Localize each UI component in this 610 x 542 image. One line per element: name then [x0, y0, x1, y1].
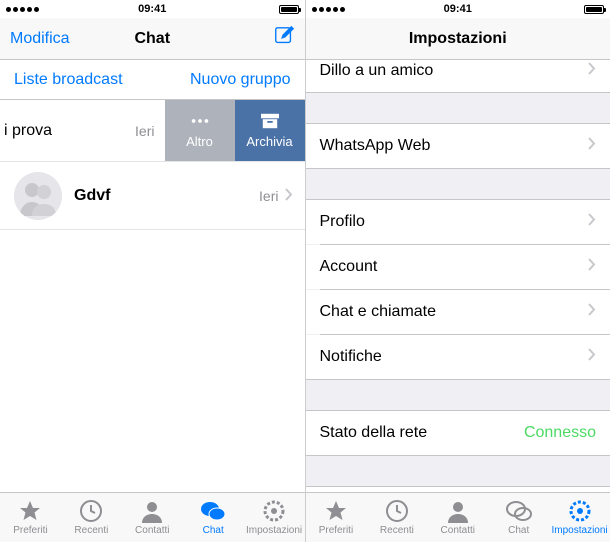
chat-name: i prova [4, 122, 52, 140]
tab-contacts[interactable]: Contatti [122, 493, 183, 542]
clock-icon [78, 499, 104, 523]
edit-button[interactable]: Modifica [10, 30, 70, 48]
clock-icon [384, 499, 410, 523]
tab-chat[interactable]: Chat [183, 493, 244, 542]
chevron-right-icon [588, 62, 596, 80]
nav-bar: Impostazioni [306, 18, 610, 60]
person-icon [139, 499, 165, 523]
avatar [14, 172, 62, 220]
chevron-right-icon [588, 303, 596, 321]
status-time: 09:41 [444, 3, 472, 15]
cell-account[interactable]: Account [306, 245, 610, 289]
swipe-archive-label: Archivia [246, 134, 292, 149]
chat-time: Ieri [259, 188, 278, 204]
swipe-more-label: Altro [186, 134, 213, 149]
tab-label: Recenti [380, 525, 414, 536]
tab-settings[interactable]: Impostazioni [244, 493, 305, 542]
chat-name: Gdvf [74, 187, 259, 205]
signal-dots [312, 7, 345, 12]
battery-icon [279, 5, 299, 14]
cell-label: Chat e chiamate [320, 303, 589, 321]
nav-title: Chat [70, 30, 235, 48]
gear-icon [567, 499, 593, 523]
status-bar: 09:41 [306, 0, 610, 18]
tab-label: Impostazioni [552, 525, 608, 536]
cell-notifications[interactable]: Notifiche [306, 335, 610, 379]
cell-label: Notifiche [320, 348, 589, 366]
tab-label: Chat [508, 525, 529, 536]
tab-label: Contatti [441, 525, 475, 536]
status-bar: 09:41 [0, 0, 305, 18]
tab-bar: Preferiti Recenti Contatti Chat Impostaz… [306, 492, 610, 542]
chat-bubbles-icon [200, 499, 226, 523]
tab-settings[interactable]: Impostazioni [549, 493, 610, 542]
tab-recent[interactable]: Recenti [366, 493, 427, 542]
compose-button[interactable] [235, 25, 295, 52]
left-screen: 09:41 Modifica Chat Liste broadcast Nuov… [0, 0, 306, 542]
chat-row-content: i prova Ieri [0, 100, 165, 161]
chat-row-swiped[interactable]: i prova Ieri Altro Archivia [0, 100, 305, 162]
swipe-archive-button[interactable]: Archivia [235, 100, 305, 161]
cell-label: Stato della rete [320, 424, 524, 442]
chevron-right-icon [588, 213, 596, 231]
cell-chat-calls[interactable]: Chat e chiamate [306, 290, 610, 334]
compose-icon [273, 25, 295, 47]
gear-icon [261, 499, 287, 523]
cell-tell-friend[interactable]: Dillo a un amico [306, 60, 610, 92]
cell-label: Profilo [320, 213, 589, 231]
tab-bar: Preferiti Recenti Contatti Chat Impostaz… [0, 492, 305, 542]
tab-recent[interactable]: Recenti [61, 493, 122, 542]
new-group-link[interactable]: Nuovo gruppo [190, 71, 291, 89]
cell-label: Dillo a un amico [320, 62, 589, 80]
chevron-right-icon [588, 348, 596, 366]
chevron-right-icon [588, 258, 596, 276]
person-icon [445, 499, 471, 523]
tab-favorites[interactable]: Preferiti [306, 493, 367, 542]
tab-chat[interactable]: Chat [488, 493, 549, 542]
cell-profile[interactable]: Profilo [306, 200, 610, 244]
star-icon [323, 499, 349, 523]
status-time: 09:41 [138, 3, 166, 15]
right-screen: 09:41 Impostazioni Dillo a un amico What… [306, 0, 610, 542]
chat-bubbles-icon [506, 499, 532, 523]
group-avatar-icon [14, 172, 62, 220]
more-icon [189, 112, 211, 130]
cell-whatsapp-web[interactable]: WhatsApp Web [306, 124, 610, 168]
archive-icon [259, 112, 281, 130]
cell-value: Connesso [524, 424, 596, 442]
chevron-right-icon [588, 137, 596, 155]
signal-dots [6, 7, 39, 12]
battery-icon [584, 5, 604, 14]
settings-list[interactable]: Dillo a un amico WhatsApp Web Profilo Ac… [306, 60, 610, 542]
sub-bar: Liste broadcast Nuovo gruppo [0, 60, 305, 100]
tab-label: Impostazioni [246, 525, 302, 536]
broadcast-lists-link[interactable]: Liste broadcast [14, 71, 123, 89]
cell-label: Account [320, 258, 589, 276]
tab-label: Preferiti [319, 525, 353, 536]
swipe-more-button[interactable]: Altro [165, 100, 235, 161]
tab-label: Recenti [74, 525, 108, 536]
chat-row[interactable]: Gdvf Ieri [0, 162, 305, 230]
nav-bar: Modifica Chat [0, 18, 305, 60]
chat-time: Ieri [135, 123, 154, 139]
cell-network-status[interactable]: Stato della rete Connesso [306, 411, 610, 455]
tab-label: Chat [203, 525, 224, 536]
star-icon [17, 499, 43, 523]
cell-label: WhatsApp Web [320, 137, 589, 155]
tab-favorites[interactable]: Preferiti [0, 493, 61, 542]
tab-contacts[interactable]: Contatti [427, 493, 488, 542]
chevron-right-icon [285, 188, 293, 204]
tab-label: Preferiti [13, 525, 47, 536]
nav-title: Impostazioni [376, 30, 541, 48]
tab-label: Contatti [135, 525, 169, 536]
